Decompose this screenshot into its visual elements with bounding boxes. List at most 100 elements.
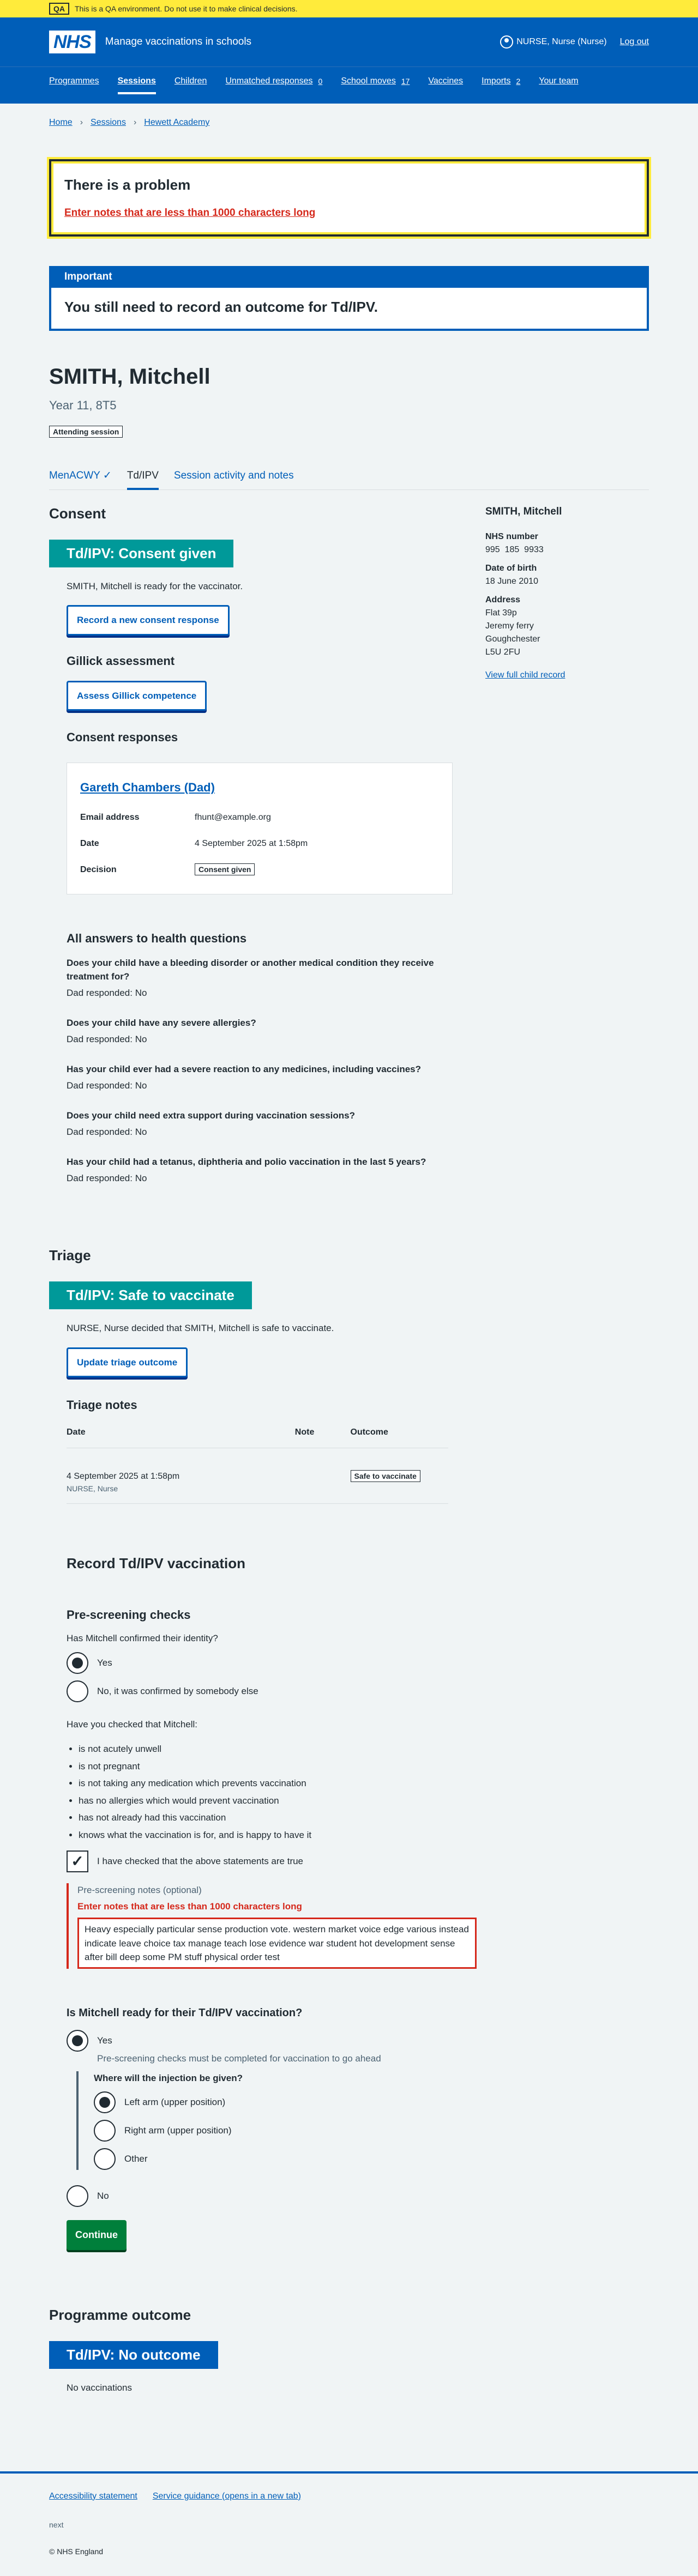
address-label: Address xyxy=(485,595,521,604)
triage-note xyxy=(295,1470,351,1495)
list-item: knows what the vaccination is for, and i… xyxy=(79,1828,649,1842)
nav-your-team[interactable]: Your team xyxy=(539,75,578,92)
site-question: Where will the injection be given? xyxy=(94,2072,243,2083)
breadcrumb-home[interactable]: Home xyxy=(49,116,73,129)
update-triage-button[interactable]: Update triage outcome xyxy=(67,1347,188,1377)
outcome-heading: Programme outcome xyxy=(49,2307,191,2323)
health-answers: Does your child have a bleeding disorder… xyxy=(67,956,453,1186)
identity-other-radio[interactable]: No, it was confirmed by somebody else xyxy=(67,1680,649,1702)
health-question: Has your child ever had a severe reactio… xyxy=(67,1064,422,1074)
important-body: You still need to record an outcome for … xyxy=(64,299,378,315)
checked-question: Have you checked that Mitchell: xyxy=(67,1719,198,1730)
nhs-number-value: 995 185 9933 xyxy=(485,545,544,554)
consent-response-card: Gareth Chambers (Dad) Email address fhunt… xyxy=(67,763,453,894)
logout-link[interactable]: Log out xyxy=(620,35,649,49)
ready-hint: Pre-screening checks must be completed f… xyxy=(97,2053,381,2064)
consent-ready-text: SMITH, Mitchell is ready for the vaccina… xyxy=(67,580,243,591)
tab-menacwy[interactable]: MenACWY ✓ xyxy=(49,466,112,489)
list-item: has no allergies which would prevent vac… xyxy=(79,1794,649,1808)
attendance-tag: Attending session xyxy=(49,426,123,438)
identity-yes-radio[interactable]: Yes xyxy=(67,1652,649,1674)
nav-unmatched-responses[interactable]: Unmatched responses 0 xyxy=(225,75,322,92)
date-label: Date xyxy=(80,838,99,848)
tab-session-activity[interactable]: Session activity and notes xyxy=(174,466,294,489)
outcome-status: Td/IPV: No outcome xyxy=(49,2341,218,2369)
site-other-radio[interactable]: Other xyxy=(94,2148,649,2170)
confirm-checkbox[interactable]: ✓ I have checked that the above statement… xyxy=(67,1851,649,1872)
prescreen-heading: Pre-screening checks xyxy=(67,1608,191,1622)
important-label: Important xyxy=(51,268,647,288)
table-header: Date Note Outcome xyxy=(67,1417,448,1448)
programme-outcome-section: Programme outcome Td/IPV: No outcome No … xyxy=(49,2305,649,2395)
tab-tdipv[interactable]: Td/IPV xyxy=(127,466,159,490)
nav-count: 0 xyxy=(318,76,323,86)
nav-sessions[interactable]: Sessions xyxy=(117,75,156,94)
error-summary: There is a problem Enter notes that are … xyxy=(47,157,651,239)
decision-tag: Consent given xyxy=(195,863,255,875)
footer-meta: next xyxy=(49,2520,64,2529)
nhs-logo[interactable]: NHS xyxy=(49,31,95,53)
chevron-right-icon: › xyxy=(133,118,137,127)
health-answer: Dad responded: No xyxy=(67,1080,147,1091)
dob-label: Date of birth xyxy=(485,564,537,573)
injection-site-group: Where will the injection be given? Left … xyxy=(76,2071,649,2170)
assess-gillick-button[interactable]: Assess Gillick competence xyxy=(67,680,207,711)
breadcrumb-session[interactable]: Hewett Academy xyxy=(144,116,209,129)
patient-year: Year 11, 8T5 xyxy=(49,398,117,412)
radio-icon[interactable] xyxy=(67,1680,88,1702)
error-summary-link[interactable]: Enter notes that are less than 1000 char… xyxy=(64,207,315,219)
sidebar-name: SMITH, Mitchell xyxy=(485,505,562,517)
nhs-number-label: NHS number xyxy=(485,532,538,541)
nav-imports[interactable]: Imports 2 xyxy=(482,75,520,92)
prescreen-notes-textarea[interactable]: Heavy especially particular sense produc… xyxy=(77,1918,477,1969)
triage-text: NURSE, Nurse decided that SMITH, Mitchel… xyxy=(67,1323,334,1333)
view-child-record-link[interactable]: View full child record xyxy=(485,669,565,682)
service-name[interactable]: Manage vaccinations in schools xyxy=(105,34,500,50)
continue-button[interactable]: Continue xyxy=(67,2220,127,2250)
nav-programmes[interactable]: Programmes xyxy=(49,75,99,92)
triage-date: 4 September 2025 at 1:58pm xyxy=(67,1472,180,1481)
chevron-right-icon: › xyxy=(80,118,83,127)
health-question: Does your child have any severe allergie… xyxy=(67,1018,256,1028)
notes-label: Pre-screening notes (optional) xyxy=(77,1885,202,1895)
health-question: Has your child had a tetanus, diphtheria… xyxy=(67,1157,426,1167)
primary-nav: Programmes Sessions Children Unmatched r… xyxy=(0,66,698,104)
accessibility-link[interactable]: Accessibility statement xyxy=(49,2490,137,2503)
email-value: fhunt@example.org xyxy=(195,812,271,822)
radio-selected-icon[interactable] xyxy=(67,1652,88,1674)
site-header: NHS Manage vaccinations in schools NURSE… xyxy=(0,17,698,104)
ready-no-radio[interactable]: No xyxy=(67,2185,649,2207)
nav-school-moves[interactable]: School moves 17 xyxy=(341,75,410,92)
parent-name-link[interactable]: Gareth Chambers (Dad) xyxy=(80,781,215,794)
dob-value: 18 June 2010 xyxy=(485,577,538,586)
breadcrumb-sessions[interactable]: Sessions xyxy=(91,116,126,129)
gillick-heading: Gillick assessment xyxy=(67,654,175,668)
record-vaccination-section: Record Td/IPV vaccination Pre-screening … xyxy=(49,1553,649,2250)
site-right-arm-radio[interactable]: Right arm (upper position) xyxy=(94,2120,649,2142)
list-item: is not acutely unwell xyxy=(79,1742,649,1756)
radio-selected-icon[interactable] xyxy=(67,2030,88,2052)
consent-status: Td/IPV: Consent given xyxy=(49,539,234,567)
ready-yes-radio[interactable]: Yes xyxy=(67,2030,649,2052)
nav-children[interactable]: Children xyxy=(174,75,207,92)
service-guidance-link[interactable]: Service guidance (opens in a new tab) xyxy=(153,2490,301,2503)
radio-icon[interactable] xyxy=(94,2148,116,2170)
list-item: is not pregnant xyxy=(79,1759,649,1774)
radio-selected-icon[interactable] xyxy=(94,2091,116,2113)
health-answer: Dad responded: No xyxy=(67,987,147,998)
site-left-arm-radio[interactable]: Left arm (upper position) xyxy=(94,2091,649,2113)
health-answer: Dad responded: No xyxy=(67,1033,147,1044)
consent-heading: Consent xyxy=(49,505,106,522)
email-label: Email address xyxy=(80,812,140,822)
record-consent-button[interactable]: Record a new consent response xyxy=(67,605,230,636)
radio-icon[interactable] xyxy=(94,2120,116,2142)
checkmark-icon[interactable]: ✓ xyxy=(67,1851,88,1872)
health-question: Does your child have a bleeding disorder… xyxy=(67,957,434,982)
nav-vaccines[interactable]: Vaccines xyxy=(428,75,463,92)
table-row: 4 September 2025 at 1:58pm NURSE, Nurse S… xyxy=(67,1448,448,1504)
programme-tabs: MenACWY ✓ Td/IPV Session activity and no… xyxy=(49,466,649,490)
error-summary-title: There is a problem xyxy=(64,177,191,193)
decision-label: Decision xyxy=(80,864,117,874)
radio-icon[interactable] xyxy=(67,2185,88,2207)
breadcrumb: Home › Sessions › Hewett Academy xyxy=(0,104,698,142)
